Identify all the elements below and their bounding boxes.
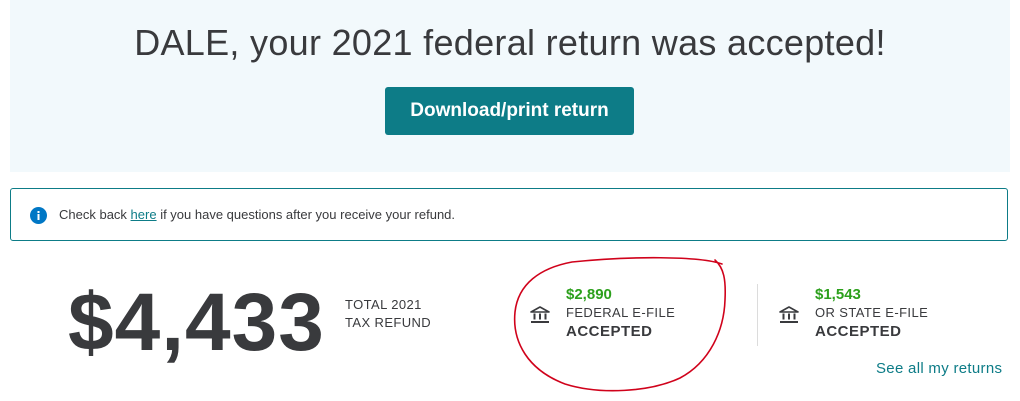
total-refund-label: TOTAL 2021 TAX REFUND [345, 296, 431, 332]
bank-icon [779, 306, 799, 323]
info-text-before: Check back [59, 207, 131, 222]
info-message: Check back here if you have questions af… [59, 207, 455, 222]
info-banner: Check back here if you have questions af… [10, 188, 1008, 241]
download-print-button[interactable]: Download/print return [385, 87, 634, 135]
page-title: DALE, your 2021 federal return was accep… [134, 22, 886, 63]
refund-label-line2: TAX REFUND [345, 315, 432, 330]
info-icon [30, 207, 47, 224]
total-refund-amount: $4,433 [68, 277, 325, 368]
divider [757, 284, 758, 346]
annotation-circle [513, 256, 727, 392]
see-all-returns-link[interactable]: See all my returns [876, 360, 1002, 377]
here-link[interactable]: here [131, 207, 157, 222]
hero-banner: DALE, your 2021 federal return was accep… [10, 0, 1010, 172]
state-efile: $1,543 OR STATE E-FILE ACCEPTED [815, 286, 928, 343]
refund-label-line1: TOTAL 2021 [345, 297, 422, 312]
info-text-after: if you have questions after you receive … [156, 207, 456, 222]
state-status: ACCEPTED [815, 323, 902, 340]
state-label: OR STATE E-FILE [815, 305, 929, 320]
state-amount: $1,543 [815, 286, 861, 303]
